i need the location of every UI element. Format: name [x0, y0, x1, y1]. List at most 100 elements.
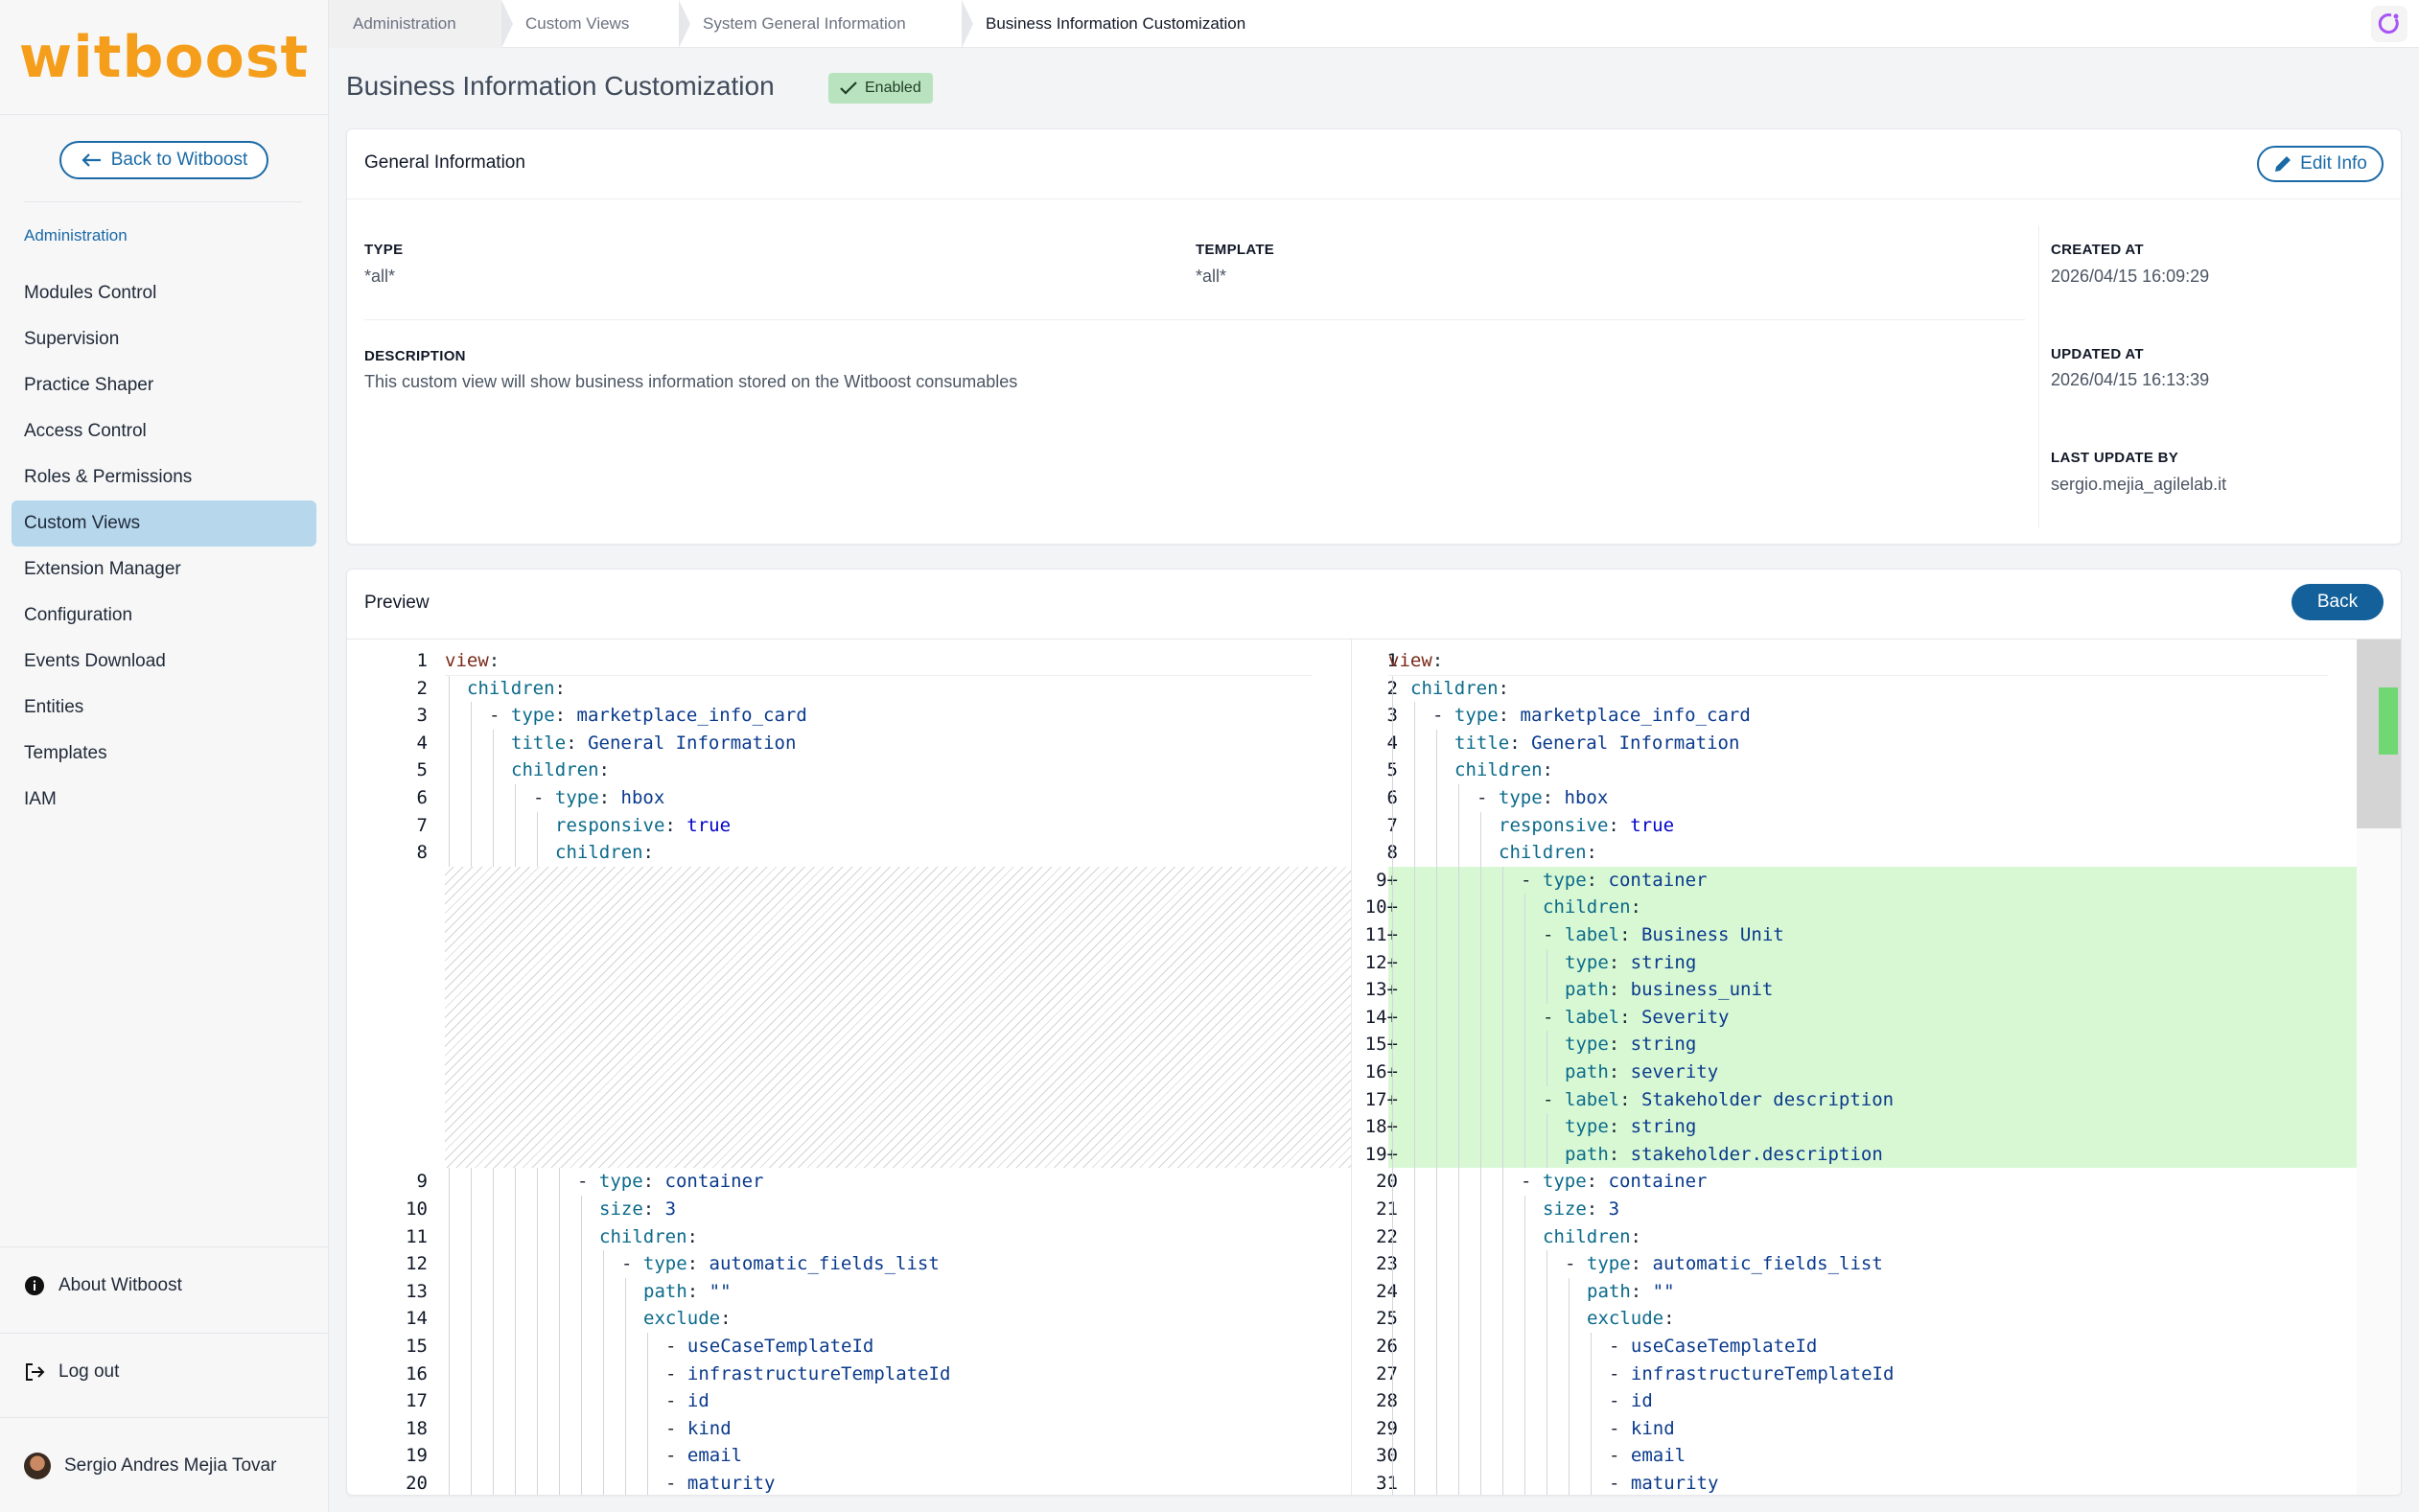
- line-number: 3: [1352, 702, 1398, 730]
- code-line: - infrastructureTemplateId: [1609, 1362, 1895, 1384]
- indent-guide: [559, 1360, 560, 1388]
- indent-guide: [1436, 948, 1437, 977]
- breadcrumb-administration[interactable]: Administration: [329, 0, 513, 48]
- logo[interactable]: witboost: [0, 0, 328, 115]
- last-update-by-label: LAST UPDATE BY: [2051, 450, 2179, 466]
- indent-guide: [1591, 1442, 1592, 1470]
- code-line: responsive: true: [555, 814, 732, 836]
- sidebar-item-label: Supervision: [24, 329, 120, 349]
- indent-guide: [471, 1333, 472, 1361]
- indent-guide: [1524, 1250, 1525, 1278]
- sidebar-item-custom-views[interactable]: Custom Views: [12, 500, 316, 547]
- about-label: About Witboost: [58, 1275, 182, 1295]
- indent-guide: [1502, 1250, 1503, 1278]
- code-line: exclude:: [1587, 1308, 1675, 1330]
- code-line: - type: hbox: [1477, 787, 1609, 808]
- indent-guide: [1392, 1277, 1393, 1306]
- updated-at-label: UPDATED AT: [2051, 346, 2144, 362]
- indent-guide: [1414, 1196, 1415, 1223]
- indent-guide: [1436, 1387, 1437, 1415]
- line-number: 3: [416, 705, 428, 727]
- indent-guide: [471, 1305, 472, 1333]
- indent-guide: [449, 1277, 450, 1306]
- edit-info-button[interactable]: Edit Info: [2257, 146, 2384, 182]
- breadcrumb-custom-views[interactable]: Custom Views: [501, 0, 690, 48]
- sidebar-item-iam[interactable]: IAM: [12, 777, 316, 823]
- sidebar-item-practice-shaper[interactable]: Practice Shaper: [12, 362, 316, 408]
- sidebar-item-roles-permissions[interactable]: Roles & Permissions: [12, 454, 316, 500]
- card-title: Preview: [364, 593, 430, 613]
- indent-guide: [1524, 1360, 1525, 1388]
- line-number: 22: [1376, 1225, 1398, 1247]
- about-witboost-item[interactable]: About Witboost: [0, 1271, 329, 1300]
- indent-guide: [1480, 811, 1481, 840]
- indent-guide: [1569, 1277, 1570, 1306]
- indent-guide: [1458, 894, 1459, 921]
- divider: [347, 198, 2403, 199]
- indent-guide: [493, 1414, 494, 1443]
- indent-guide: [1480, 1140, 1481, 1169]
- breadcrumb-system-general-information[interactable]: System General Information: [679, 0, 973, 48]
- indent-guide: [1458, 784, 1459, 812]
- indent-guide: [1436, 1085, 1437, 1114]
- line-number: 12+: [1364, 951, 1398, 973]
- code-line: children:: [599, 1225, 698, 1247]
- line-number: 2: [1352, 675, 1398, 703]
- indent-guide: [1458, 1333, 1459, 1361]
- indent-guide: [449, 1250, 450, 1278]
- indent-guide: [1414, 839, 1415, 867]
- indent-guide: [1392, 921, 1393, 949]
- indent-guide: [493, 1470, 494, 1495]
- code-line: path: stakeholder.description: [1565, 1143, 1883, 1165]
- sidebar-item-label: Custom Views: [24, 513, 141, 533]
- indent-guide: [1524, 894, 1525, 921]
- indent-guide: [515, 1277, 516, 1306]
- code-line: children:: [555, 842, 654, 864]
- sidebar-item-label: Roles & Permissions: [24, 467, 193, 487]
- indent-guide: [559, 1470, 560, 1495]
- indent-guide: [471, 784, 472, 812]
- sidebar-item-label: Events Download: [24, 651, 166, 671]
- code-line: view:: [1388, 650, 1444, 671]
- line-number: 9+: [1376, 869, 1398, 891]
- indent-guide: [1458, 1222, 1459, 1251]
- logout-icon: [26, 1363, 45, 1381]
- diff-editor[interactable]: 1 view: 2 children: 3 - type: marketplace_inf…: [347, 639, 2401, 1495]
- back-to-witboost-label: Back to Witboost: [110, 150, 248, 170]
- sidebar-item-templates[interactable]: Templates: [12, 731, 316, 777]
- indent-guide: [1524, 1305, 1525, 1333]
- indent-guide: [1502, 1414, 1503, 1443]
- sidebar-item-events-download[interactable]: Events Download: [12, 639, 316, 685]
- indent-guide: [1436, 1470, 1437, 1495]
- sidebar-item-entities[interactable]: Entities: [12, 685, 316, 731]
- indent-guide: [493, 811, 494, 840]
- logout-item[interactable]: Log out: [0, 1358, 329, 1386]
- diff-original-pane[interactable]: 1 view: 2 children: 3 - type: marketplace_inf…: [347, 640, 1351, 1495]
- scrollbar-track[interactable]: [2357, 640, 2401, 1495]
- indent-guide: [625, 1387, 626, 1415]
- indent-guide: [1502, 1470, 1503, 1495]
- type-label: TYPE: [364, 242, 404, 258]
- sidebar-item-modules-control[interactable]: Modules Control: [12, 270, 316, 316]
- line-number: 17+: [1364, 1088, 1398, 1110]
- user-profile[interactable]: Sergio Andres Mejia Tovar: [0, 1452, 329, 1480]
- indent-guide: [1569, 1360, 1570, 1388]
- indent-guide: [647, 1360, 648, 1388]
- diff-modified-pane[interactable]: 1view:2children:3- type: marketplace_inf…: [1352, 640, 2366, 1495]
- sidebar-item-extension-manager[interactable]: Extension Manager: [12, 547, 316, 593]
- sidebar-item-access-control[interactable]: Access Control: [12, 408, 316, 454]
- indent-guide: [1414, 756, 1415, 784]
- indent-guide: [1392, 811, 1393, 840]
- indent-guide: [1591, 1414, 1592, 1443]
- indent-guide: [515, 1442, 516, 1470]
- back-button[interactable]: Back: [2291, 584, 2384, 620]
- sidebar-item-supervision[interactable]: Supervision: [12, 316, 316, 362]
- indent-guide: [1458, 1277, 1459, 1306]
- sidebar-item-configuration[interactable]: Configuration: [12, 593, 316, 639]
- code-line: path: "": [643, 1280, 732, 1302]
- assistant-button[interactable]: [2371, 6, 2407, 42]
- back-to-witboost-button[interactable]: Back to Witboost: [59, 141, 268, 179]
- created-at-value: 2026/04/15 16:09:29: [2051, 267, 2210, 286]
- indent-guide: [449, 729, 450, 757]
- indent-guide: [493, 756, 494, 784]
